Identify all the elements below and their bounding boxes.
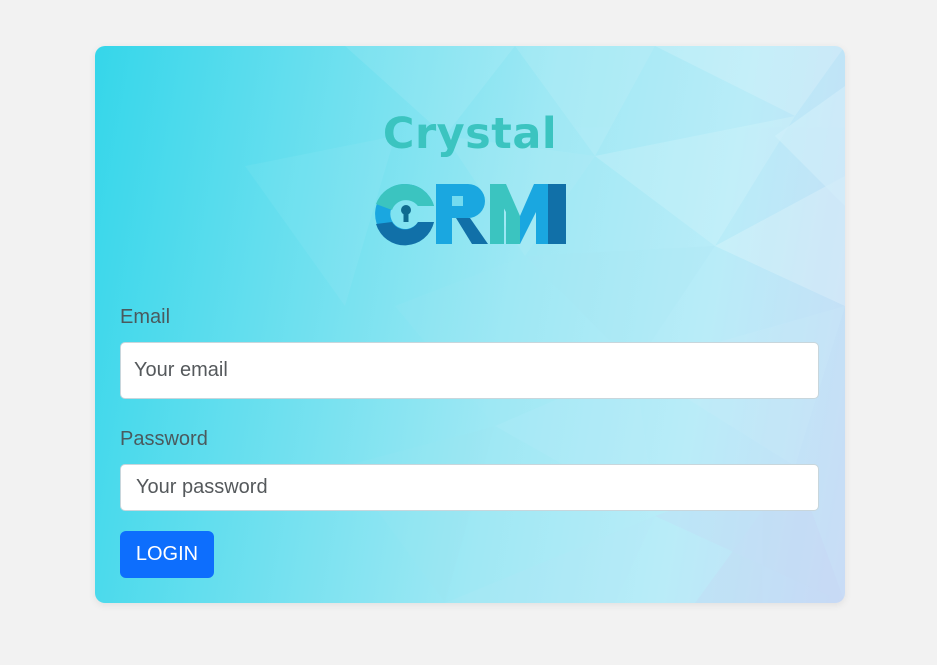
login-button[interactable]: LOGIN bbox=[120, 531, 214, 578]
logo-letter-c bbox=[375, 183, 434, 246]
login-card: Crystal Email Your email Password LOGIN bbox=[95, 46, 845, 603]
logo-letter-r bbox=[436, 184, 488, 244]
brand-logo: Crystal bbox=[95, 46, 845, 276]
password-field[interactable] bbox=[120, 464, 819, 511]
crm-logo-mark bbox=[375, 183, 566, 246]
password-label: Password bbox=[120, 428, 208, 450]
email-label: Email bbox=[120, 306, 171, 328]
brand-wordmark: Crystal bbox=[382, 109, 558, 159]
email-field[interactable] bbox=[120, 342, 819, 399]
logo-letter-m bbox=[490, 184, 566, 244]
